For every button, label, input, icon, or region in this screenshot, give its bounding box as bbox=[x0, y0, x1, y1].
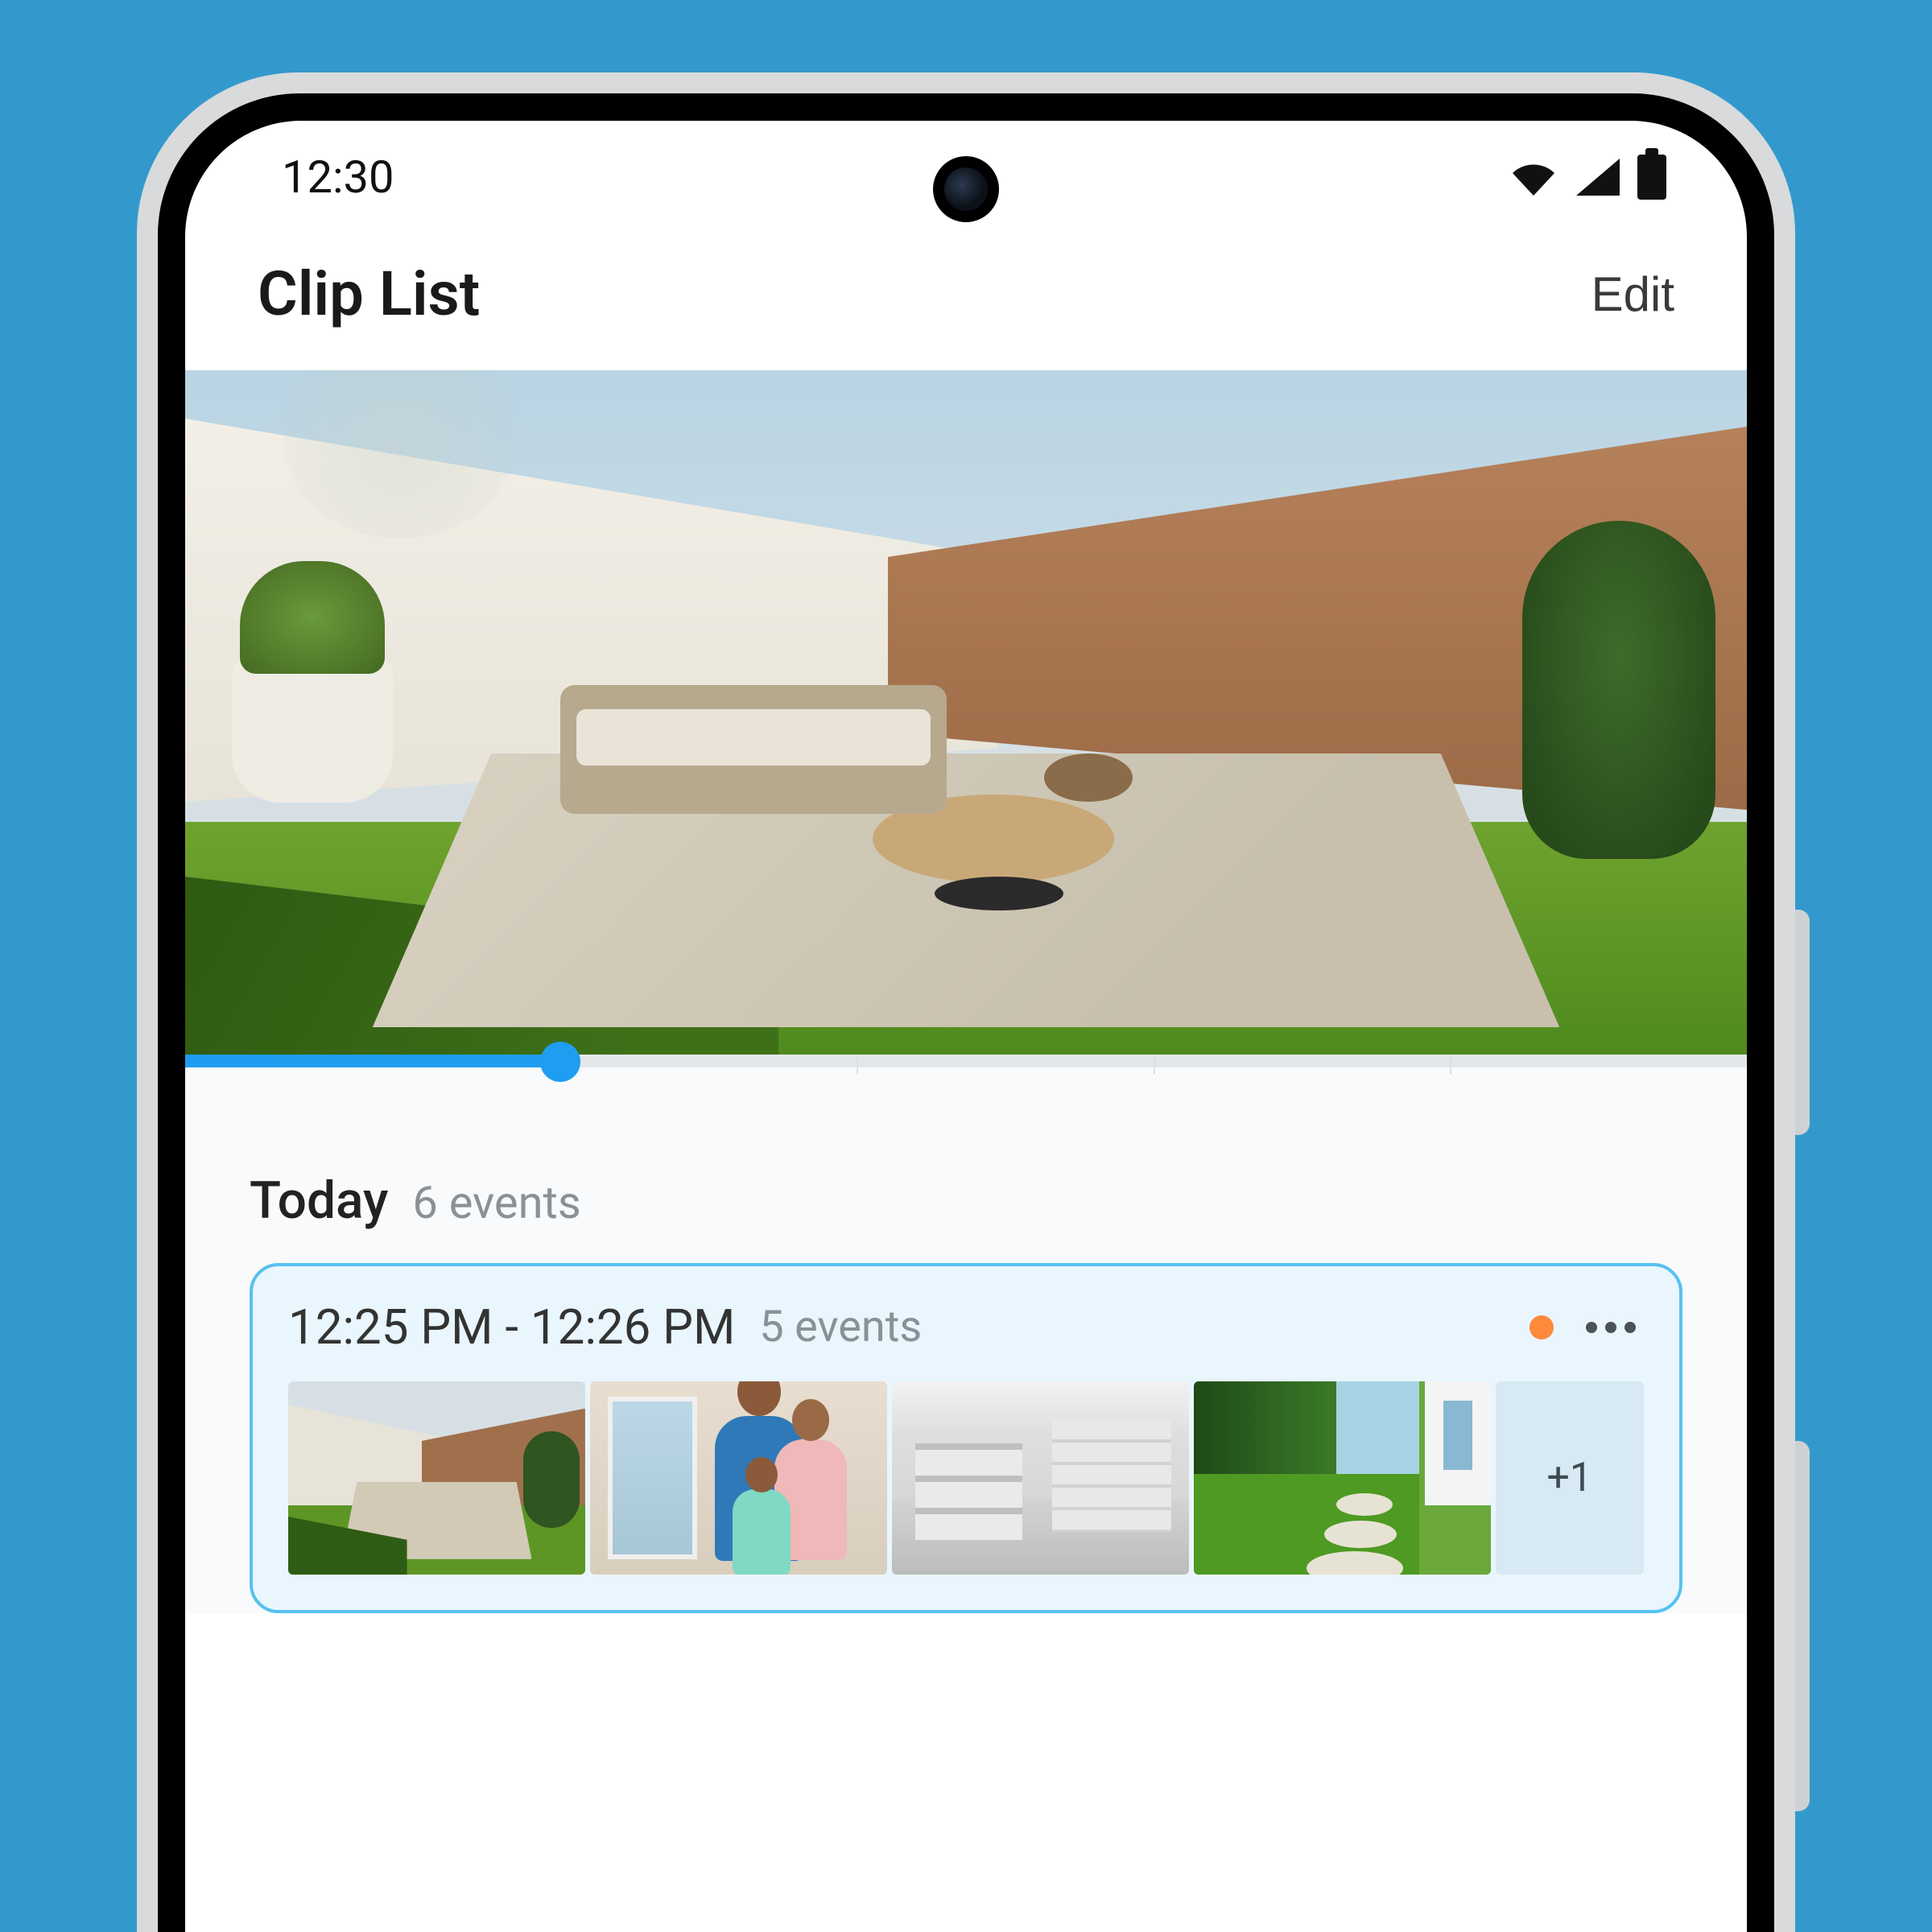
status-time: 12:30 bbox=[282, 151, 394, 204]
edit-button[interactable]: Edit bbox=[1591, 266, 1674, 322]
event-card-header: 12:25 PM - 12:26 PM 5 events bbox=[288, 1298, 1644, 1356]
preview-sofa bbox=[560, 685, 947, 814]
more-button[interactable] bbox=[1578, 1314, 1644, 1341]
video-preview[interactable] bbox=[185, 370, 1747, 1055]
event-thumbnails: +1 bbox=[288, 1381, 1644, 1575]
battery-icon bbox=[1637, 155, 1666, 200]
preview-table bbox=[1044, 753, 1133, 802]
section-header: Today 6 events bbox=[250, 1122, 1682, 1263]
timeline-scrubber[interactable] bbox=[185, 1055, 1747, 1090]
camera-hole bbox=[933, 156, 999, 222]
thumb-garage[interactable] bbox=[892, 1381, 1189, 1575]
scrubber-tick bbox=[857, 1055, 858, 1074]
section-event-count: 6 events bbox=[412, 1176, 580, 1229]
thumb-more-label: +1 bbox=[1547, 1455, 1592, 1501]
content: Today 6 events 12:25 PM - 12:26 PM 5 eve… bbox=[185, 1090, 1747, 1613]
event-count: 5 events bbox=[759, 1302, 922, 1352]
preview-planter bbox=[232, 658, 393, 803]
preview-bush bbox=[1522, 521, 1715, 859]
scrubber-tick bbox=[1154, 1055, 1155, 1074]
event-time-range: 12:25 PM - 12:26 PM bbox=[288, 1298, 735, 1356]
thumb-backyard[interactable] bbox=[288, 1381, 585, 1575]
more-icon bbox=[1605, 1322, 1616, 1333]
scrubber-fill bbox=[185, 1055, 560, 1067]
section-title: Today bbox=[250, 1170, 388, 1231]
preview-firepit bbox=[935, 877, 1063, 910]
phone-bezel: 12:30 bbox=[158, 93, 1774, 1932]
thumb-family[interactable] bbox=[590, 1381, 887, 1575]
screen: 12:30 bbox=[185, 121, 1747, 1932]
more-icon bbox=[1624, 1322, 1636, 1333]
cellular-icon bbox=[1576, 159, 1620, 196]
event-card[interactable]: 12:25 PM - 12:26 PM 5 events bbox=[250, 1263, 1682, 1613]
thumb-garden-path[interactable] bbox=[1194, 1381, 1491, 1575]
scrubber-tick bbox=[1450, 1055, 1451, 1074]
page-title: Clip List bbox=[258, 258, 480, 330]
unread-badge-icon bbox=[1530, 1315, 1554, 1340]
thumb-more[interactable]: +1 bbox=[1496, 1381, 1644, 1575]
more-icon bbox=[1586, 1322, 1597, 1333]
status-bar: 12:30 bbox=[185, 121, 1747, 233]
wifi-icon bbox=[1509, 159, 1558, 196]
phone-frame: 12:30 bbox=[137, 72, 1795, 1932]
header: Clip List Edit bbox=[185, 233, 1747, 370]
scrubber-thumb[interactable] bbox=[540, 1042, 580, 1082]
status-icons bbox=[1509, 155, 1666, 200]
